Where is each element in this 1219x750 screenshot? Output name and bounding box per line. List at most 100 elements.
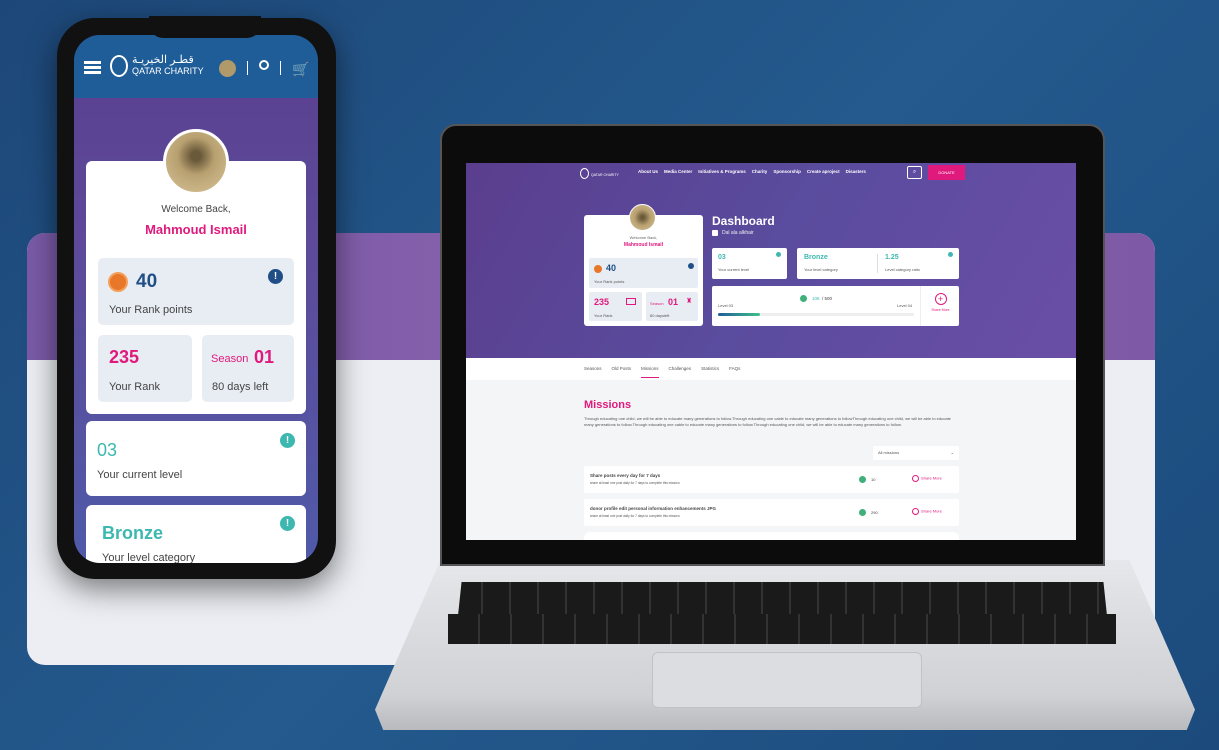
nav-item[interactable]: Initiatives & Programs xyxy=(698,169,746,174)
plus-circle-icon xyxy=(912,508,919,515)
current-level-label: Your current level xyxy=(97,469,183,481)
rank-points-box: 40 ! Your Rank points xyxy=(98,258,294,325)
profile-avatar xyxy=(629,204,656,231)
mission-row: donor profile edit personal information … xyxy=(584,499,959,526)
plus-circle-icon: + xyxy=(934,293,947,305)
tab-old-posts[interactable]: Old Posts xyxy=(612,366,632,378)
level-to: Level 04 xyxy=(897,303,913,308)
season-value: 01 xyxy=(254,347,275,367)
season-box: Season 01 ♜ 80 daysleft xyxy=(646,292,698,321)
cart-icon[interactable]: 🛒 xyxy=(292,61,309,78)
brand-name: QATAR CHARITY xyxy=(132,66,204,76)
category-ratio-label: Level category ratio xyxy=(885,267,920,272)
tab-statistics[interactable]: Statistics xyxy=(701,366,719,378)
divider xyxy=(247,61,248,75)
ranking-icon xyxy=(626,298,636,305)
keyboard-row xyxy=(448,614,1116,644)
level-from: Level 03 xyxy=(718,303,734,308)
tab-seasons[interactable]: Seasons xyxy=(584,366,602,378)
medal-icon xyxy=(108,272,128,292)
mission-points: 10 xyxy=(871,477,876,482)
tab-faqs[interactable]: FAQs xyxy=(729,366,740,378)
share-more-button[interactable]: + Share More xyxy=(922,290,959,322)
progress-total: / 500 xyxy=(822,296,833,301)
current-level-label: Your current level xyxy=(718,267,749,272)
menu-icon[interactable] xyxy=(84,61,101,74)
rank-label: Your Rank xyxy=(109,381,160,393)
divider xyxy=(920,286,921,326)
share-more-button[interactable]: Share More xyxy=(912,508,942,515)
season-label: Season xyxy=(650,301,664,306)
coin-icon xyxy=(800,295,807,302)
missions-filter[interactable]: All missions ⌄ xyxy=(873,446,959,460)
subtitle-icon xyxy=(712,230,718,236)
mission-desc: share at least one post daily for 7 days… xyxy=(590,481,681,485)
info-icon[interactable]: ! xyxy=(268,269,283,284)
info-icon[interactable]: ! xyxy=(280,516,295,531)
rank-box: 235 Your Rank xyxy=(98,335,192,402)
nav-item[interactable]: About Us xyxy=(638,169,658,174)
nav-item[interactable]: Create aproject xyxy=(807,169,840,174)
progress-fill xyxy=(718,313,761,316)
mission-row xyxy=(584,532,959,540)
mission-row: Share posts every day for 7 days share a… xyxy=(584,466,959,493)
page-subtitle: Dal ala alkhair xyxy=(722,230,754,236)
main-nav: About Us Media Center Initiatives & Progra… xyxy=(638,169,866,174)
coin-icon xyxy=(859,509,866,516)
mission-points: 290 xyxy=(871,510,878,515)
user-name: Mahmoud Ismail xyxy=(623,242,664,248)
mission-title: donor profile edit personal information … xyxy=(590,506,717,511)
phone-notch xyxy=(149,16,261,38)
current-level: 03 xyxy=(97,440,118,460)
tab-challenges[interactable]: Challenges xyxy=(669,366,692,378)
laptop-screen: QATAR CHARITY About Us Media Center Initia… xyxy=(466,163,1076,540)
current-level: 03 xyxy=(718,254,726,261)
donate-button[interactable]: DONATE xyxy=(928,165,965,180)
season-box: Season 01 80 days left xyxy=(202,335,294,402)
user-avatar[interactable] xyxy=(219,60,236,77)
info-icon[interactable]: ! xyxy=(280,433,295,448)
rank-points-label: Your Rank points xyxy=(109,304,193,316)
level-category: Bronze xyxy=(804,254,828,261)
chevron-down-icon: ⌄ xyxy=(950,450,954,455)
phone-mockup: قطـر الخيريـة QATAR CHARITY 🛒 Welcome Ba… xyxy=(57,16,336,579)
nav-item[interactable]: Charity xyxy=(752,169,768,174)
share-more-label: Share More xyxy=(931,308,950,312)
tab-missions[interactable]: Missions xyxy=(641,366,659,378)
welcome-text: Welcome Back, xyxy=(629,235,658,240)
level-card: 03 Your current level xyxy=(712,248,787,279)
search-button[interactable]: ⌕ xyxy=(907,166,922,179)
filter-value: All missions xyxy=(878,450,900,455)
nav-item[interactable]: Media Center xyxy=(664,169,692,174)
mission-title: Share posts every day for 7 days xyxy=(590,473,661,478)
info-icon[interactable] xyxy=(688,263,694,269)
logo-icon xyxy=(580,168,589,179)
share-more-button[interactable]: Share More xyxy=(912,475,942,482)
welcome-text: Welcome Back, xyxy=(161,204,231,215)
share-more-label: Share More xyxy=(921,508,942,514)
category-card: Bronze ! Your level category xyxy=(86,505,306,563)
phone-screen: قطـر الخيريـة QATAR CHARITY 🛒 Welcome Ba… xyxy=(74,35,318,563)
missions-title: Missions xyxy=(584,399,632,411)
info-icon[interactable] xyxy=(776,252,781,257)
brand-name: QATAR CHARITY xyxy=(591,173,619,177)
info-icon[interactable] xyxy=(948,252,953,257)
rank-points: 40 xyxy=(136,271,158,292)
rank-points: 40 xyxy=(606,263,617,273)
search-icon[interactable] xyxy=(259,60,269,70)
level-category: Bronze xyxy=(102,523,164,543)
coin-icon xyxy=(859,476,866,483)
progress-card: 108 / 500 Level 03 Level 04 + Share More xyxy=(712,286,959,326)
progress-current: 108 xyxy=(812,296,820,301)
trackpad xyxy=(652,652,922,708)
profile-avatar xyxy=(163,129,229,195)
rank-value: 235 xyxy=(109,347,140,367)
nav-item[interactable]: Disasters xyxy=(846,169,866,174)
brand-arabic: قطـر الخيريـة xyxy=(132,54,194,66)
divider xyxy=(877,254,878,273)
category-ratio: 1.25 xyxy=(885,254,899,261)
season-value: 01 xyxy=(668,297,679,307)
progress-bar xyxy=(718,313,914,316)
logo-icon xyxy=(110,55,128,77)
nav-item[interactable]: Sponsorship xyxy=(773,169,801,174)
